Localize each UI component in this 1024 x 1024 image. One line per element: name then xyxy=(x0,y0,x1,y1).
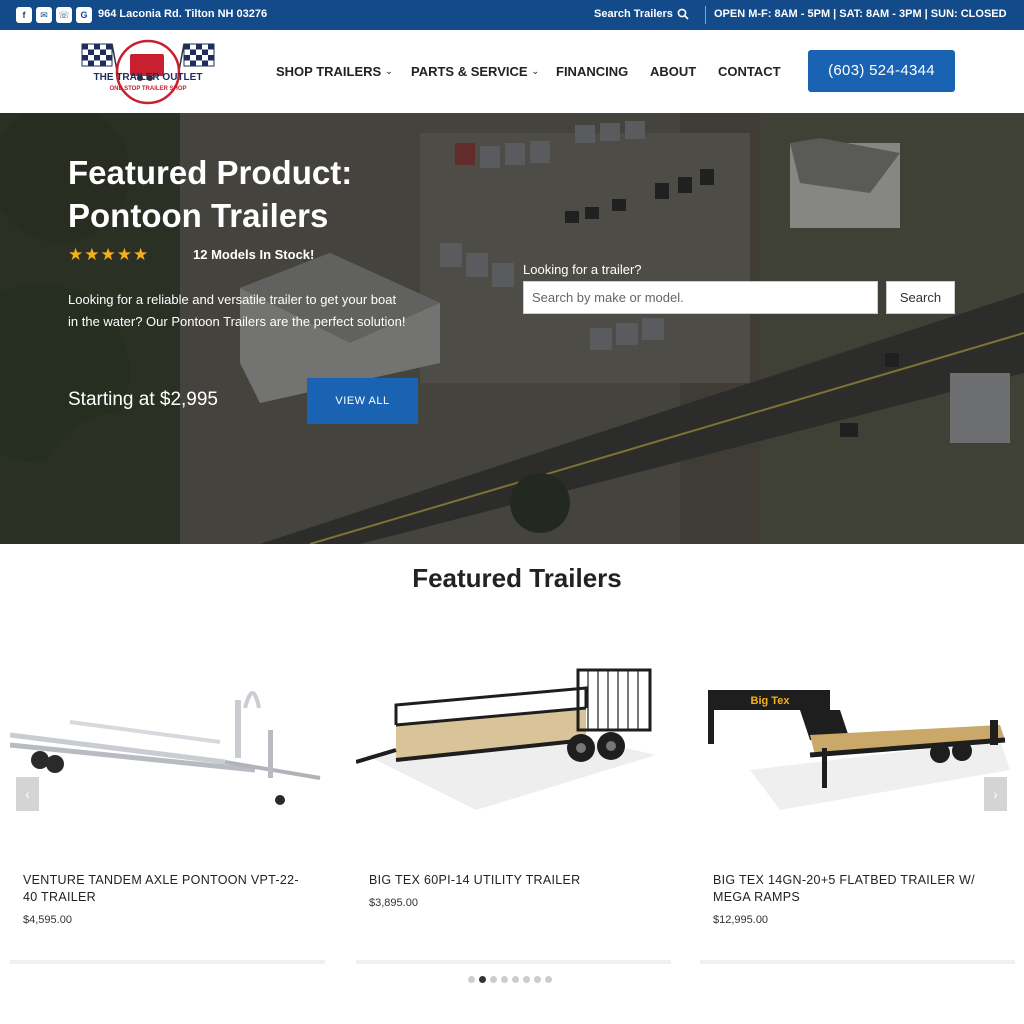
product-card[interactable]: BIG TEX 60PI-14 UTILITY TRAILER $3,895.0… xyxy=(356,640,671,965)
google-icon[interactable]: G xyxy=(76,7,92,23)
chevron-down-icon: ⌄ xyxy=(531,66,540,76)
stock-count: 12 Models In Stock! xyxy=(193,247,315,262)
chevron-down-icon: ⌄ xyxy=(385,66,393,76)
carousel-dot[interactable] xyxy=(501,976,508,983)
nav-shop-trailers[interactable]: SHOP TRAILERS ⌄ xyxy=(276,64,393,79)
product-name[interactable]: BIG TEX 14GN-20+5 FLATBED TRAILER W/ MEG… xyxy=(713,872,998,906)
search-trailers-link[interactable]: Search Trailers xyxy=(594,8,689,20)
card-divider xyxy=(356,960,671,964)
carousel-dot[interactable] xyxy=(545,976,552,983)
phone-icon[interactable]: ☏ xyxy=(56,7,72,23)
nav-contact[interactable]: CONTACT xyxy=(718,64,781,79)
flatbed-trailer-image: Big Tex xyxy=(708,690,1010,810)
svg-text:THE TRAILER OUTLET: THE TRAILER OUTLET xyxy=(94,72,203,83)
hero-description: Looking for a reliable and versatile tra… xyxy=(68,292,406,329)
nav-about[interactable]: ABOUT xyxy=(650,64,696,79)
nav-parts-service-label: PARTS & SERVICE xyxy=(411,64,528,79)
top-bar: f ✉ ☏ G 964 Laconia Rd. Tilton NH 03276 … xyxy=(0,0,1024,30)
carousel-dot[interactable] xyxy=(512,976,519,983)
carousel-dot[interactable] xyxy=(523,976,530,983)
card-divider xyxy=(700,960,1015,964)
product-name[interactable]: BIG TEX 60PI-14 UTILITY TRAILER xyxy=(369,872,654,889)
search-trailers-label: Search Trailers xyxy=(594,8,673,20)
product-name[interactable]: VENTURE TANDEM AXLE PONTOON VPT-22-40 TR… xyxy=(23,872,308,906)
product-price: $4,595.00 xyxy=(23,914,72,926)
search-button[interactable]: Search xyxy=(886,281,955,314)
view-all-button[interactable]: VIEW ALL xyxy=(307,378,418,424)
facebook-icon[interactable]: f xyxy=(16,7,32,23)
address-link[interactable]: 964 Laconia Rd. Tilton NH 03276 xyxy=(98,8,267,20)
carousel-dot[interactable] xyxy=(490,976,497,983)
carousel-dot[interactable] xyxy=(468,976,475,983)
carousel-prev-button[interactable]: ‹ xyxy=(16,777,39,811)
featured-trailers-heading: Featured Trailers xyxy=(412,563,622,593)
product-price: $12,995.00 xyxy=(713,914,769,926)
featured-carousel: VENTURE TANDEM AXLE PONTOON VPT-22-40 TR… xyxy=(0,640,1024,980)
carousel-next-button[interactable]: › xyxy=(984,777,1007,811)
site-header: THE TRAILER OUTLET ONE STOP TRAILER SHOP… xyxy=(0,30,1024,113)
hero-banner: Featured Product: Pontoon Trailers ★★★★★… xyxy=(0,113,1024,544)
chevron-right-icon: › xyxy=(993,786,998,802)
pontoon-trailer-image xyxy=(10,691,321,805)
carousel-dot[interactable] xyxy=(479,976,486,983)
business-hours: OPEN M-F: 8AM - 5PM | SAT: 8AM - 3PM | S… xyxy=(714,8,1007,20)
site-logo[interactable]: THE TRAILER OUTLET ONE STOP TRAILER SHOP xyxy=(78,36,218,108)
search-label: Looking for a trailer? xyxy=(523,262,642,277)
email-icon[interactable]: ✉ xyxy=(36,7,52,23)
nav-shop-trailers-label: SHOP TRAILERS xyxy=(276,64,382,79)
phone-button[interactable]: (603) 524-4344 xyxy=(808,50,955,92)
card-divider xyxy=(10,960,325,964)
carousel-dot[interactable] xyxy=(534,976,541,983)
nav-parts-service[interactable]: PARTS & SERVICE ⌄ xyxy=(411,64,539,79)
topbar-divider xyxy=(705,6,706,24)
product-price: $3,895.00 xyxy=(369,897,418,909)
svg-text:Big Tex: Big Tex xyxy=(751,695,791,707)
trailer-outlet-logo: THE TRAILER OUTLET ONE STOP TRAILER SHOP xyxy=(81,39,215,105)
trailer-search-input[interactable] xyxy=(523,281,878,314)
search-icon xyxy=(677,8,689,20)
rating-stars: ★★★★★ xyxy=(68,245,150,264)
nav-financing[interactable]: FINANCING xyxy=(556,64,628,79)
carousel-dots xyxy=(468,976,552,983)
svg-text:ONE STOP TRAILER SHOP: ONE STOP TRAILER SHOP xyxy=(109,86,186,92)
starting-price: Starting at $2,995 xyxy=(68,389,218,410)
product-card[interactable]: Big Tex BIG TEX 14GN-20+5 FLATBED TRAILE… xyxy=(700,640,1015,965)
hero-title: Featured Product: Pontoon Trailers xyxy=(68,154,353,234)
utility-trailer-image xyxy=(356,668,656,810)
social-links: f ✉ ☏ G xyxy=(16,7,92,23)
chevron-left-icon: ‹ xyxy=(25,786,30,802)
product-card[interactable]: VENTURE TANDEM AXLE PONTOON VPT-22-40 TR… xyxy=(10,640,325,965)
